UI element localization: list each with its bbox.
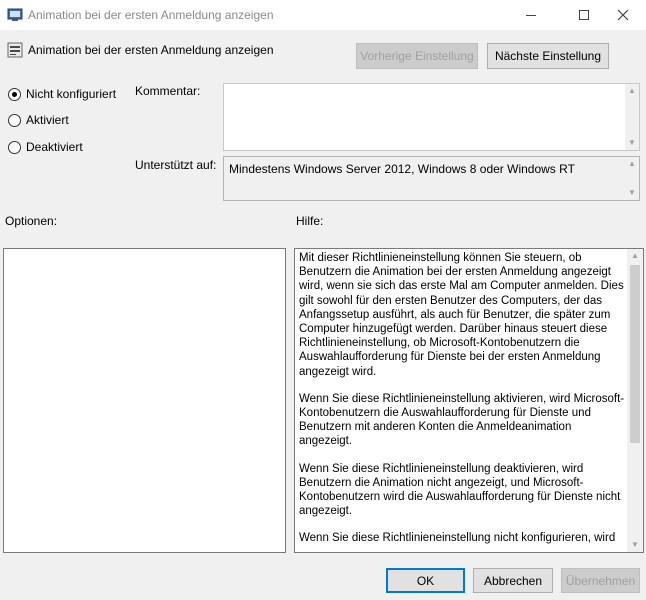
options-label: Optionen:	[5, 214, 58, 228]
help-paragraph: Wenn Sie diese Richtlinieneinstellung ni…	[299, 532, 616, 545]
close-icon	[617, 9, 629, 21]
radio-enabled[interactable]: Aktiviert	[8, 113, 69, 127]
radio-disabled[interactable]: Deaktiviert	[8, 140, 83, 154]
scroll-thumb[interactable]	[630, 265, 640, 443]
setting-title: Animation bei der ersten Anmeldung anzei…	[28, 43, 274, 57]
radio-label: Deaktiviert	[26, 140, 83, 154]
scroll-down-icon[interactable]: ▼	[625, 136, 639, 150]
help-paragraph: Mit dieser Richtlinieneinstellung können…	[299, 252, 624, 378]
title-bar: Animation bei der ersten Anmeldung anzei…	[0, 0, 646, 30]
window-title: Animation bei der ersten Anmeldung anzei…	[28, 8, 274, 22]
maximize-icon	[579, 10, 589, 20]
scroll-down-icon[interactable]: ▼	[625, 186, 639, 200]
next-setting-button[interactable]: Nächste Einstellung	[487, 43, 609, 69]
comment-label: Kommentar:	[135, 84, 201, 98]
scroll-down-icon[interactable]: ▼	[627, 538, 643, 552]
help-label: Hilfe:	[296, 214, 324, 228]
options-panel	[3, 248, 286, 553]
help-panel: Mit dieser Richtlinieneinstellung können…	[294, 248, 644, 553]
policy-editor-icon	[7, 8, 23, 21]
apply-button[interactable]: Übernehmen	[561, 568, 640, 593]
scroll-up-icon[interactable]: ▲	[627, 249, 643, 263]
supported-field: Mindestens Windows Server 2012, Windows …	[223, 156, 640, 201]
help-paragraph: Wenn Sie diese Richtlinieneinstellung de…	[299, 462, 621, 518]
help-scrollbar[interactable]: ▲ ▼	[627, 249, 643, 552]
scroll-up-icon[interactable]: ▲	[625, 157, 639, 171]
previous-setting-button[interactable]: Vorherige Einstellung	[356, 43, 478, 69]
help-paragraph: Wenn Sie diese Richtlinieneinstellung ak…	[299, 392, 625, 448]
scroll-up-icon[interactable]: ▲	[625, 84, 639, 98]
supported-value: Mindestens Windows Server 2012, Windows …	[229, 162, 575, 176]
radio-not-configured[interactable]: Nicht konfiguriert	[8, 87, 116, 101]
supported-scrollbar[interactable]: ▲ ▼	[625, 157, 639, 200]
comment-input[interactable]: ▲ ▼	[223, 83, 640, 151]
comment-scrollbar[interactable]: ▲ ▼	[625, 84, 639, 150]
radio-dot[interactable]	[8, 87, 21, 101]
radio-label: Nicht konfiguriert	[26, 87, 117, 101]
cancel-button[interactable]: Abbrechen	[473, 568, 553, 593]
ok-button[interactable]: OK	[386, 568, 465, 593]
minimize-icon	[526, 15, 536, 16]
setting-icon	[7, 42, 23, 58]
radio-dot[interactable]	[8, 113, 21, 127]
close-button[interactable]	[600, 0, 646, 30]
radio-label: Aktiviert	[26, 113, 69, 127]
help-text: Mit dieser Richtlinieneinstellung können…	[299, 251, 625, 552]
radio-dot[interactable]	[8, 140, 21, 154]
supported-label: Unterstützt auf:	[135, 158, 217, 172]
minimize-button[interactable]	[508, 0, 554, 30]
